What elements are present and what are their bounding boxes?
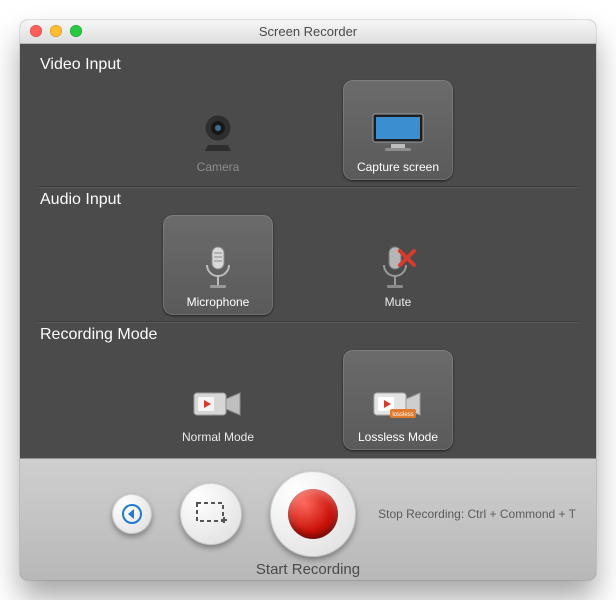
section-heading-video: Video Input: [40, 56, 578, 74]
section-heading-audio: Audio Input: [40, 191, 578, 209]
section-heading-mode: Recording Mode: [40, 326, 578, 344]
close-icon[interactable]: [30, 25, 42, 37]
selection-crop-icon: [194, 500, 228, 528]
recording-mode-row: Normal Mode lossless Lossless Mode: [38, 346, 578, 456]
option-camera-label: Camera: [197, 160, 240, 174]
option-camera[interactable]: Camera: [163, 80, 273, 180]
webcam-icon: [190, 110, 246, 156]
back-button[interactable]: [112, 494, 152, 534]
stop-shortcut-hint: Stop Recording: Ctrl + Commond + T: [378, 507, 576, 521]
record-button-label: Start Recording: [256, 561, 360, 578]
camcorder-lossless-icon: lossless: [370, 380, 426, 426]
option-microphone[interactable]: Microphone: [163, 215, 273, 315]
option-capture-label: Capture screen: [357, 160, 439, 174]
main-panel: Video Input Camera: [20, 44, 596, 458]
footer: Stop Recording: Ctrl + Commond + T Start…: [20, 458, 596, 580]
titlebar: Screen Recorder: [20, 20, 596, 44]
region-select-button[interactable]: [180, 483, 242, 545]
svg-text:lossless: lossless: [392, 412, 413, 418]
option-lossless-mode[interactable]: lossless Lossless Mode: [343, 350, 453, 450]
microphone-mute-icon: [370, 245, 426, 291]
option-mute[interactable]: Mute: [343, 215, 453, 315]
record-icon: [288, 489, 338, 539]
option-lossless-label: Lossless Mode: [358, 430, 438, 444]
audio-input-row: Microphone Mute: [38, 211, 578, 322]
window-title: Screen Recorder: [20, 24, 596, 39]
monitor-icon: [370, 110, 426, 156]
window-controls: [30, 25, 82, 37]
option-capture-screen[interactable]: Capture screen: [343, 80, 453, 180]
option-normal-label: Normal Mode: [182, 430, 254, 444]
zoom-icon[interactable]: [70, 25, 82, 37]
camcorder-icon: [190, 380, 246, 426]
arrow-left-icon: [121, 503, 143, 525]
option-mic-label: Microphone: [187, 295, 250, 309]
option-normal-mode[interactable]: Normal Mode: [163, 350, 273, 450]
minimize-icon[interactable]: [50, 25, 62, 37]
microphone-icon: [190, 245, 246, 291]
option-mute-label: Mute: [385, 295, 412, 309]
video-input-row: Camera Capture screen: [38, 76, 578, 187]
record-button[interactable]: [270, 471, 356, 557]
app-window: Screen Recorder Video Input Camera: [20, 20, 596, 580]
